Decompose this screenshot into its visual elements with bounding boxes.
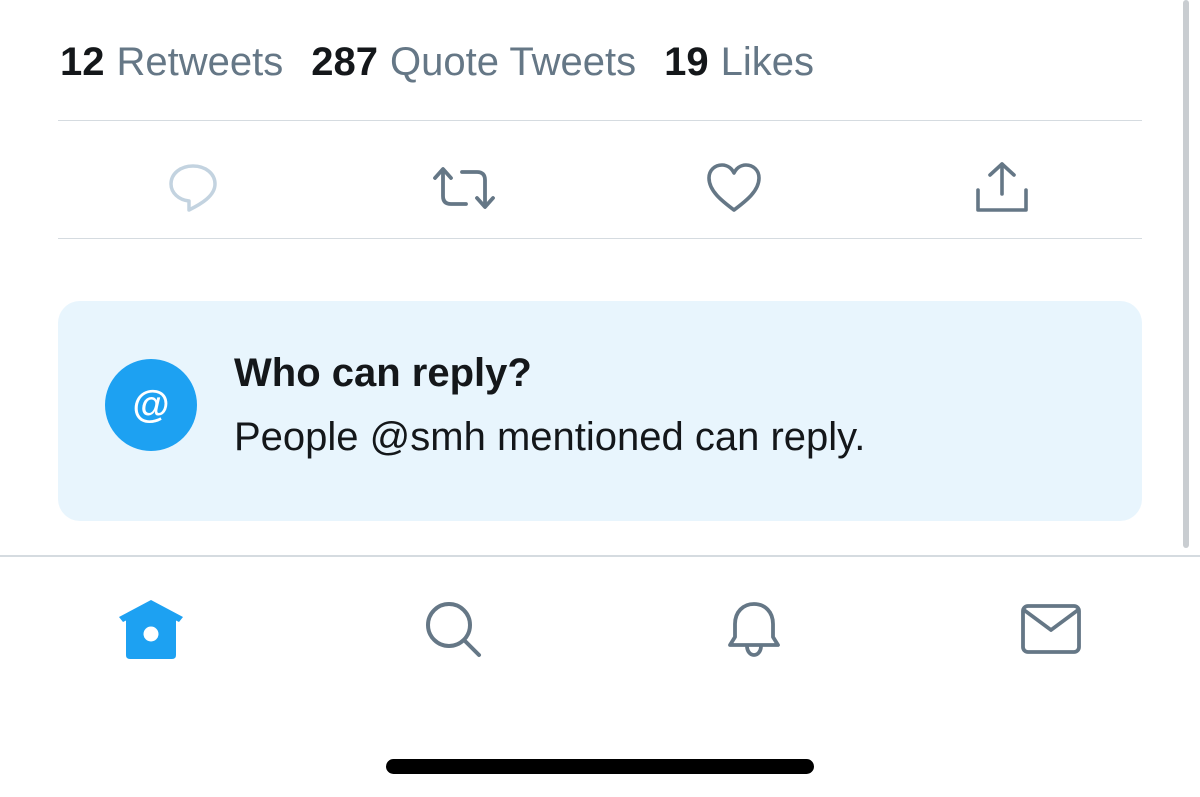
actions-divider bbox=[58, 238, 1142, 239]
tab-search[interactable] bbox=[418, 594, 488, 664]
tweet-detail-screen: 12 Retweets 287 Quote Tweets 19 Likes @ … bbox=[0, 0, 1200, 797]
messages-icon bbox=[1021, 604, 1081, 654]
tab-notifications[interactable] bbox=[719, 594, 789, 664]
share-button[interactable] bbox=[970, 156, 1034, 220]
home-icon bbox=[119, 600, 183, 659]
home-indicator[interactable] bbox=[386, 759, 814, 774]
quote-tweets-count: 287 bbox=[311, 39, 378, 84]
stats-divider bbox=[58, 120, 1142, 121]
tab-messages[interactable] bbox=[1016, 594, 1086, 664]
who-can-reply-description: People @smh mentioned can reply. bbox=[234, 415, 866, 459]
likes-count: 19 bbox=[664, 39, 709, 84]
who-can-reply-title: Who can reply? bbox=[234, 351, 532, 395]
quote-tweets-stat[interactable]: 287 Quote Tweets bbox=[311, 40, 636, 85]
reply-icon bbox=[169, 164, 217, 212]
heart-icon bbox=[707, 163, 761, 212]
retweets-label: Retweets bbox=[116, 39, 284, 84]
like-button[interactable] bbox=[702, 156, 766, 220]
search-icon bbox=[426, 602, 481, 657]
retweets-stat[interactable]: 12 Retweets bbox=[60, 40, 283, 85]
notifications-icon bbox=[728, 602, 780, 657]
who-can-reply-card: @ Who can reply? People @smh mentioned c… bbox=[58, 301, 1142, 521]
scrollbar[interactable] bbox=[1183, 0, 1189, 548]
retweet-button[interactable] bbox=[432, 156, 496, 220]
likes-label: Likes bbox=[720, 39, 814, 84]
retweets-count: 12 bbox=[60, 39, 105, 84]
reply-button[interactable] bbox=[161, 156, 225, 220]
tab-bar-divider bbox=[0, 555, 1200, 557]
share-icon bbox=[976, 162, 1028, 212]
retweet-icon bbox=[433, 167, 495, 209]
tab-home[interactable] bbox=[116, 594, 186, 664]
likes-stat[interactable]: 19 Likes bbox=[664, 40, 814, 85]
quote-tweets-label: Quote Tweets bbox=[390, 39, 637, 84]
tweet-stats: 12 Retweets 287 Quote Tweets 19 Likes bbox=[60, 34, 842, 90]
at-sign-icon: @ bbox=[105, 359, 197, 451]
